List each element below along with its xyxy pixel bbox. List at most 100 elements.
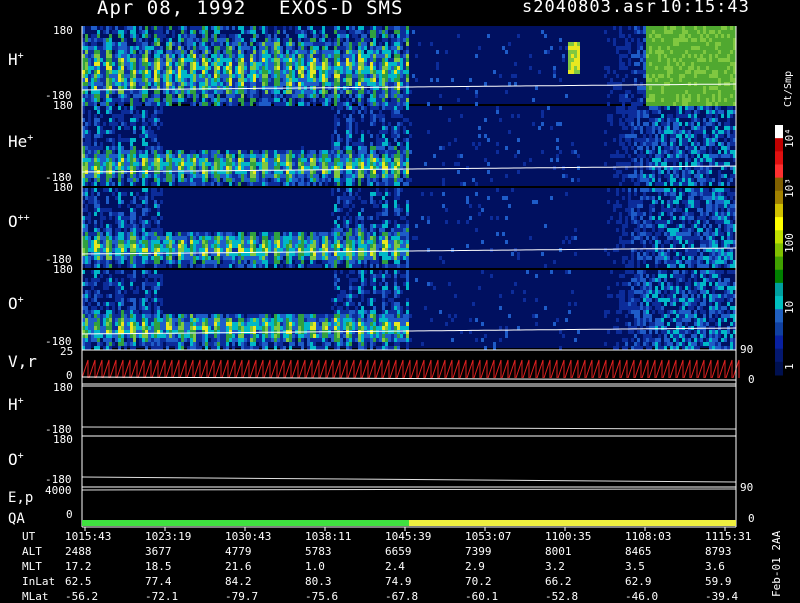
spectrogram-cell [292, 90, 295, 94]
spectrogram-cell [175, 260, 178, 264]
spectrogram-cell [325, 34, 328, 38]
spectrogram-cell [715, 138, 718, 142]
spectrogram-cell [103, 182, 106, 186]
spectrogram-cell [628, 42, 631, 46]
spectrogram-cell [160, 82, 163, 86]
spectrogram-cell [568, 50, 571, 54]
spectrogram-cell [676, 82, 679, 86]
spectrogram-cell [712, 26, 715, 30]
spectrogram-cell [106, 248, 109, 252]
spectrogram-cell [142, 114, 145, 118]
spectrogram-cell [187, 158, 190, 162]
spectrogram-cell [316, 178, 319, 182]
spectrogram-cell [715, 154, 718, 158]
spectrogram-cell [697, 54, 700, 58]
spectrogram-cell [232, 90, 235, 94]
spectrogram-cell [112, 70, 115, 74]
spectrogram-cell [337, 178, 340, 182]
spectrogram-cell [634, 30, 637, 34]
spectrogram-cell [169, 170, 172, 174]
spectrogram-cell [334, 46, 337, 50]
spectrogram-cell [100, 236, 103, 240]
spectrogram-cell [142, 122, 145, 126]
spectrogram-cell [307, 74, 310, 78]
spectrogram-cell [379, 74, 382, 78]
spectrogram-cell [727, 122, 730, 126]
spectrogram-cell [271, 54, 274, 58]
spectrogram-cell [202, 150, 205, 154]
spectrogram-cell [169, 260, 172, 264]
spectrogram-cell [370, 70, 373, 74]
spectrogram-cell [154, 192, 157, 196]
spectrogram-cell [190, 166, 193, 170]
spectrogram-cell [127, 166, 130, 170]
spectrogram-cell [151, 216, 154, 220]
spectrogram-cell [388, 142, 391, 146]
spectrogram-cell [139, 204, 142, 208]
spectrogram-cell [184, 74, 187, 78]
spectrogram-cell [109, 228, 112, 232]
spectrogram-cell [106, 166, 109, 170]
spectrogram-cell [151, 150, 154, 154]
spectrogram-cell [304, 70, 307, 74]
spectrogram-cell [643, 138, 646, 142]
spectrogram-cell [643, 86, 646, 90]
spectrogram-cell [334, 98, 337, 102]
spectrogram-cell [400, 94, 403, 98]
spectrogram-cell [346, 98, 349, 102]
spectrogram-cell [616, 150, 619, 154]
spectrogram-cell [181, 256, 184, 260]
spectrogram-cell [232, 58, 235, 62]
spectrogram-cell [634, 106, 637, 110]
spectrogram-cell [280, 50, 283, 54]
spectrogram-cell [151, 74, 154, 78]
spectrogram-cell [157, 118, 160, 122]
spectrogram-cell [343, 94, 346, 98]
spectrogram-cell [388, 174, 391, 178]
spectrogram-cell [715, 126, 718, 130]
spectrogram-cell [190, 38, 193, 42]
spectrogram-cell [373, 154, 376, 158]
spectrogram-cell [106, 70, 109, 74]
spectrogram-cell [631, 122, 634, 126]
spectrogram-cell [97, 54, 100, 58]
spectrogram-cell [346, 66, 349, 70]
spectrogram-cell [271, 78, 274, 82]
spectrogram-cell [178, 54, 181, 58]
spectrogram-cell [121, 70, 124, 74]
spectrogram-cell [364, 66, 367, 70]
spectrogram-cell [160, 244, 163, 248]
spectrogram-cell [703, 90, 706, 94]
spectrogram-cell [121, 98, 124, 102]
spectrogram-cell [670, 154, 673, 158]
spectrogram-cell [700, 146, 703, 150]
spectrogram-cell [178, 26, 181, 30]
spectrogram-cell [142, 50, 145, 54]
spectrogram-cell [676, 78, 679, 82]
spectrogram-cell [373, 162, 376, 166]
spectrogram-cell [238, 70, 241, 74]
spectrogram-cell [85, 166, 88, 170]
spectrogram-cell [661, 130, 664, 134]
spectrogram-cell [307, 102, 310, 106]
spectrogram-cell [103, 208, 106, 212]
spectrogram-cell [304, 162, 307, 166]
spectrogram-cell [400, 78, 403, 82]
spectrogram-cell [691, 146, 694, 150]
spectrogram-cell [139, 94, 142, 98]
spectrogram-cell [697, 110, 700, 114]
spectrogram-cell [187, 58, 190, 62]
spectrogram-cell [730, 150, 733, 154]
spectrogram-cell [637, 182, 640, 186]
spectrogram-cell [142, 174, 145, 178]
spectrogram-cell [211, 182, 214, 186]
spectrogram-cell [697, 142, 700, 146]
spectrogram-cell [727, 110, 730, 114]
spectrogram-cell [712, 162, 715, 166]
spectrogram-cell [682, 66, 685, 70]
spectrogram-cell [160, 228, 163, 232]
spectrogram-cell [259, 70, 262, 74]
spectrogram-cell [664, 122, 667, 126]
spectrogram-cell [184, 236, 187, 240]
spectrogram-cell [157, 204, 160, 208]
